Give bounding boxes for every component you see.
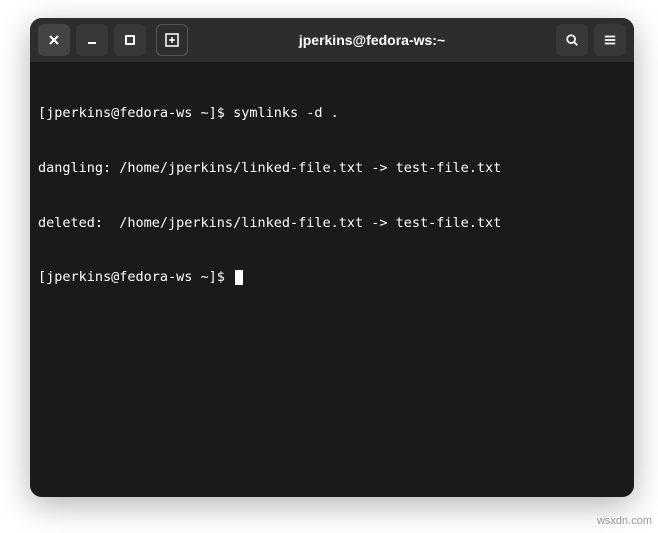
new-tab-button[interactable] [156,24,188,56]
cursor [235,270,243,285]
new-tab-icon [164,32,180,48]
titlebar: jperkins@fedora-ws:~ [30,18,634,62]
prompt: [jperkins@fedora-ws ~]$ [38,269,233,285]
close-icon [47,33,61,47]
search-button[interactable] [556,24,588,56]
terminal-line: dangling: /home/jperkins/linked-file.txt… [38,159,626,177]
minimize-icon [85,33,99,47]
hamburger-icon [603,33,617,47]
window-title: jperkins@fedora-ws:~ [194,32,550,48]
maximize-icon [123,33,137,47]
minimize-button[interactable] [76,24,108,56]
terminal-line: deleted: /home/jperkins/linked-file.txt … [38,214,626,232]
watermark: wsxdn.com [597,515,652,527]
terminal-line: [jperkins@fedora-ws ~]$ [38,268,626,286]
titlebar-right-controls [556,24,626,56]
search-icon [565,33,579,47]
menu-button[interactable] [594,24,626,56]
terminal-line: [jperkins@fedora-ws ~]$ symlinks -d . [38,104,626,122]
close-button[interactable] [38,24,70,56]
prompt: [jperkins@fedora-ws ~]$ [38,105,233,121]
terminal-window: jperkins@fedora-ws:~ [jperkins@fedora-ws… [30,18,634,497]
terminal-body[interactable]: [jperkins@fedora-ws ~]$ symlinks -d . da… [30,62,634,497]
maximize-button[interactable] [114,24,146,56]
command-text: symlinks -d . [233,105,339,121]
